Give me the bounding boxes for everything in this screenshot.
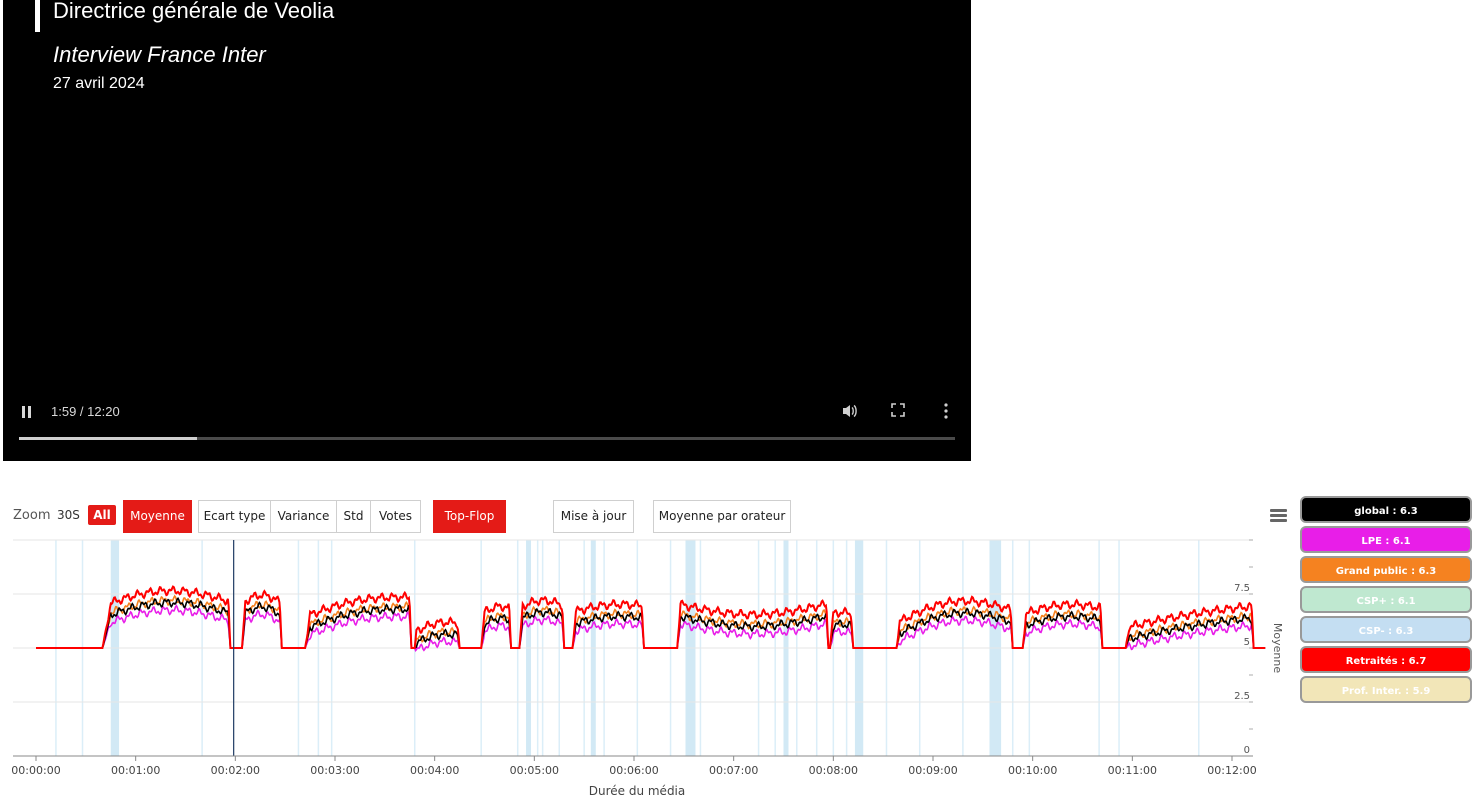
fullscreen-icon[interactable] bbox=[890, 402, 906, 418]
hamburger-menu-icon[interactable] bbox=[1270, 509, 1287, 523]
y-tick-label: 2.5 bbox=[1234, 691, 1250, 702]
votes-button[interactable]: Votes bbox=[370, 500, 421, 533]
title-accent-bar bbox=[35, 0, 40, 32]
zoom-all-button[interactable]: All bbox=[88, 505, 116, 525]
video-date: 27 avril 2024 bbox=[53, 75, 145, 92]
x-tick-label: 00:06:00 bbox=[609, 764, 658, 777]
x-tick-label: 00:12:00 bbox=[1207, 764, 1256, 777]
chart-series bbox=[36, 585, 1266, 652]
top-flop-button[interactable]: Top-Flop bbox=[433, 500, 506, 533]
y-axis-title: Moyenne bbox=[1271, 623, 1284, 673]
zoom-30s-button[interactable]: 30S bbox=[57, 508, 80, 522]
variance-button[interactable]: Variance bbox=[270, 500, 337, 533]
pause-icon[interactable] bbox=[22, 406, 34, 419]
moyenne-button[interactable]: Moyenne bbox=[123, 500, 192, 533]
video-progress-fill bbox=[19, 437, 197, 440]
legend-item[interactable]: global : 6.3 bbox=[1300, 496, 1472, 523]
x-tick-label: 00:07:00 bbox=[709, 764, 758, 777]
y-tick-label: 7.5 bbox=[1234, 583, 1250, 594]
legend-item[interactable]: CSP+ : 6.1 bbox=[1300, 586, 1472, 613]
legend-item[interactable]: LPE : 6.1 bbox=[1300, 526, 1472, 553]
ecart-type-button[interactable]: Ecart type bbox=[198, 500, 271, 533]
x-tick-label: 00:05:00 bbox=[510, 764, 559, 777]
y-tick-label: 5 bbox=[1244, 637, 1250, 648]
legend: global : 6.3 LPE : 6.1 Grand public : 6.3 C… bbox=[1300, 496, 1472, 706]
x-tick-label: 00:01:00 bbox=[111, 764, 160, 777]
x-tick-label: 00:08:00 bbox=[809, 764, 858, 777]
x-tick-label: 00:11:00 bbox=[1108, 764, 1157, 777]
volume-icon[interactable] bbox=[841, 402, 859, 420]
std-button[interactable]: Std bbox=[336, 500, 371, 533]
y-tick-label: 0 bbox=[1244, 745, 1250, 756]
mise-a-jour-button[interactable]: Mise à jour bbox=[553, 500, 634, 533]
video-player[interactable]: Directrice générale de Veolia Interview … bbox=[3, 0, 971, 461]
legend-item[interactable]: Prof. Inter. : 5.9 bbox=[1300, 676, 1472, 703]
video-subtitle: Interview France Inter bbox=[53, 42, 266, 67]
x-tick-label: 00:03:00 bbox=[310, 764, 359, 777]
legend-item[interactable]: CSP- : 6.3 bbox=[1300, 616, 1472, 643]
x-tick-label: 00:10:00 bbox=[1008, 764, 1057, 777]
moyenne-par-orateur-button[interactable]: Moyenne par orateur bbox=[653, 500, 791, 533]
video-time: 1:59 / 12:20 bbox=[51, 404, 120, 419]
chart-axes: 00:00:00 00:01:00 00:02:00 00:03:00 00:04:00… bbox=[11, 540, 1257, 777]
x-tick-label: 00:00:00 bbox=[11, 764, 60, 777]
line-chart[interactable]: 00:00:00 00:01:00 00:02:00 00:03:00 00:04:00… bbox=[0, 530, 1295, 805]
legend-item[interactable]: Grand public : 6.3 bbox=[1300, 556, 1472, 583]
chart-gridlines bbox=[13, 539, 1253, 757]
zoom-label: Zoom bbox=[13, 508, 51, 523]
x-tick-label: 00:02:00 bbox=[211, 764, 260, 777]
legend-item[interactable]: Retraités : 6.7 bbox=[1300, 646, 1472, 673]
x-axis-title: Durée du média bbox=[589, 784, 686, 798]
more-options-icon[interactable] bbox=[941, 402, 951, 420]
x-tick-label: 00:09:00 bbox=[908, 764, 957, 777]
video-title: Directrice générale de Veolia bbox=[53, 0, 335, 23]
x-tick-label: 00:04:00 bbox=[410, 764, 459, 777]
video-progress-bar[interactable] bbox=[19, 437, 955, 440]
